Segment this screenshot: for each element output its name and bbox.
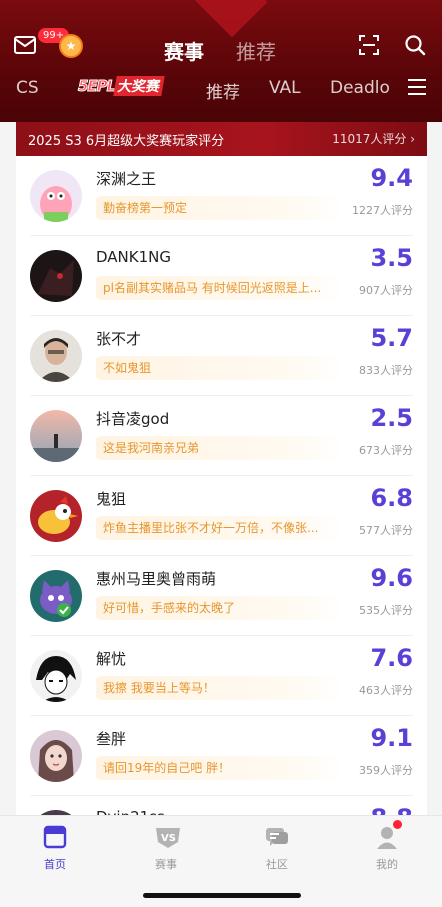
player-raters: 907人评分 (359, 284, 413, 297)
rooster-avatar[interactable] (30, 490, 82, 542)
player-row[interactable]: 解忧 我擦 我要当上等马！ 7.6 463人评分 (30, 636, 413, 716)
vs-icon: VS (153, 824, 180, 850)
tab-cs[interactable]: CS (16, 78, 39, 98)
player-score: 3.5 (370, 244, 413, 272)
player-score: 2.5 (370, 404, 413, 432)
tab-home-label: 首页 (44, 858, 66, 871)
tab-recommend-sub[interactable]: 推荐 (206, 78, 240, 103)
player-comment: 我擦 我要当上等马！ (96, 676, 344, 700)
player-raters: 535人评分 (359, 604, 413, 617)
total-raters[interactable]: 11017人评分 › (332, 130, 415, 147)
tab-home[interactable]: 首页 (15, 824, 95, 872)
tab-community-label: 社区 (266, 858, 288, 871)
player-row[interactable]: 张不才 不如鬼狙 5.7 833人评分 (30, 316, 413, 396)
player-name: 解忧 (96, 650, 127, 668)
player-score: 6.8 (370, 484, 413, 512)
top-header: 99+ 赛事 推荐 CS 5EPL大奖赛 推荐 VAL Deadlo (0, 0, 442, 122)
cat-avatar[interactable] (30, 570, 82, 622)
person-avatar[interactable] (30, 330, 82, 382)
player-name: 鬼狙 (96, 490, 127, 508)
player-row[interactable]: 鬼狙 炸鱼主播里比张不才好一万倍，不像张... 6.8 577人评分 (30, 476, 413, 556)
player-name: 叁胖 (96, 730, 127, 748)
player-name: 抖音凌god (96, 410, 170, 428)
player-name: 惠州马里奥曾雨萌 (96, 570, 217, 588)
player-raters: 833人评分 (359, 364, 413, 377)
girl-avatar[interactable] (30, 730, 82, 782)
chat-icon (264, 824, 290, 850)
player-score: 9.4 (370, 164, 413, 192)
player-raters: 1227人评分 (352, 204, 413, 217)
player-row[interactable]: 深渊之王 勤奋榜第一预定 9.4 1227人评分 (30, 156, 413, 236)
player-comment: 不如鬼狙 (96, 356, 344, 380)
home-indicator (143, 893, 301, 898)
player-raters: 673人评分 (359, 444, 413, 457)
search-button[interactable] (400, 30, 430, 60)
player-comment: 炸鱼主播里比张不才好一万倍，不像张... (96, 516, 344, 540)
player-score: 7.6 (370, 644, 413, 672)
anime-avatar[interactable] (30, 650, 82, 702)
tab-sepl[interactable]: 5EPL大奖赛 (77, 76, 174, 100)
player-raters: 463人评分 (359, 684, 413, 697)
sepl-logo: 5EPL (77, 77, 116, 96)
player-name: 张不才 (96, 330, 142, 348)
player-comment: 这是我河南亲兄弟 (96, 436, 344, 460)
notification-dot (393, 820, 402, 829)
sepl-suffix: 大奖赛 (113, 76, 166, 96)
player-name: DANK1NG (96, 248, 171, 266)
player-row[interactable]: 抖音凌god 这是我河南亲兄弟 2.5 673人评分 (30, 396, 413, 476)
tab-profile[interactable]: 我的 (347, 820, 427, 872)
top-bar: 99+ 赛事 推荐 (0, 28, 442, 66)
patrick-avatar[interactable] (30, 170, 82, 222)
rating-card-title: 2025 S3 6月超级大奖赛玩家评分 (28, 133, 225, 149)
player-row[interactable]: 叁胖 请回19年的自己吧 胖！ 9.1 359人评分 (30, 716, 413, 796)
tab-events[interactable]: 赛事 (164, 36, 204, 65)
scan-icon (359, 35, 379, 55)
player-raters: 577人评分 (359, 524, 413, 537)
tab-events-bottom[interactable]: VS 赛事 (126, 824, 206, 872)
mail-icon (14, 36, 36, 54)
player-comment: 勤奋榜第一预定 (96, 196, 344, 220)
player-row[interactable]: 惠州马里奥曾雨萌 好可惜，手感来的太晚了 9.6 535人评分 (30, 556, 413, 636)
player-score: 9.1 (370, 724, 413, 752)
mail-button[interactable]: 99+ (10, 28, 70, 60)
player-comment: pl名副其实赌品马 有时候回光返照是上... (96, 276, 344, 300)
tab-profile-label: 我的 (376, 858, 398, 871)
rating-card-header[interactable]: 2025 S3 6月超级大奖赛玩家评分 11017人评分 › (16, 122, 427, 156)
game-tabs: CS 5EPL大奖赛 推荐 VAL Deadlo (0, 76, 442, 103)
player-name: 深渊之王 (96, 170, 157, 188)
dark-avatar[interactable] (30, 250, 82, 302)
coin-icon[interactable] (59, 34, 83, 58)
player-comment: 请回19年的自己吧 胖！ (96, 756, 344, 780)
tab-recommend[interactable]: 推荐 (236, 36, 276, 65)
player-row[interactable]: DANK1NG pl名副其实赌品马 有时候回光返照是上... 3.5 907人评… (30, 236, 413, 316)
tab-events-label: 赛事 (155, 858, 177, 871)
menu-icon[interactable] (408, 79, 426, 97)
svg-text:VS: VS (161, 833, 176, 844)
tab-deadlock[interactable]: Deadlo (330, 78, 390, 98)
rating-card: 2025 S3 6月超级大奖赛玩家评分 11017人评分 › 深渊之王 勤奋榜第… (16, 122, 427, 822)
player-comment: 好可惜，手感来的太晚了 (96, 596, 344, 620)
player-score: 5.7 (370, 324, 413, 352)
home-icon (42, 824, 68, 850)
tab-val[interactable]: VAL (269, 78, 301, 98)
tab-community[interactable]: 社区 (237, 824, 317, 872)
player-score: 9.6 (370, 564, 413, 592)
player-raters: 359人评分 (359, 764, 413, 777)
scan-button[interactable] (354, 30, 384, 60)
profile-icon (374, 820, 402, 850)
search-icon (405, 35, 426, 56)
sunset-avatar[interactable] (30, 410, 82, 462)
